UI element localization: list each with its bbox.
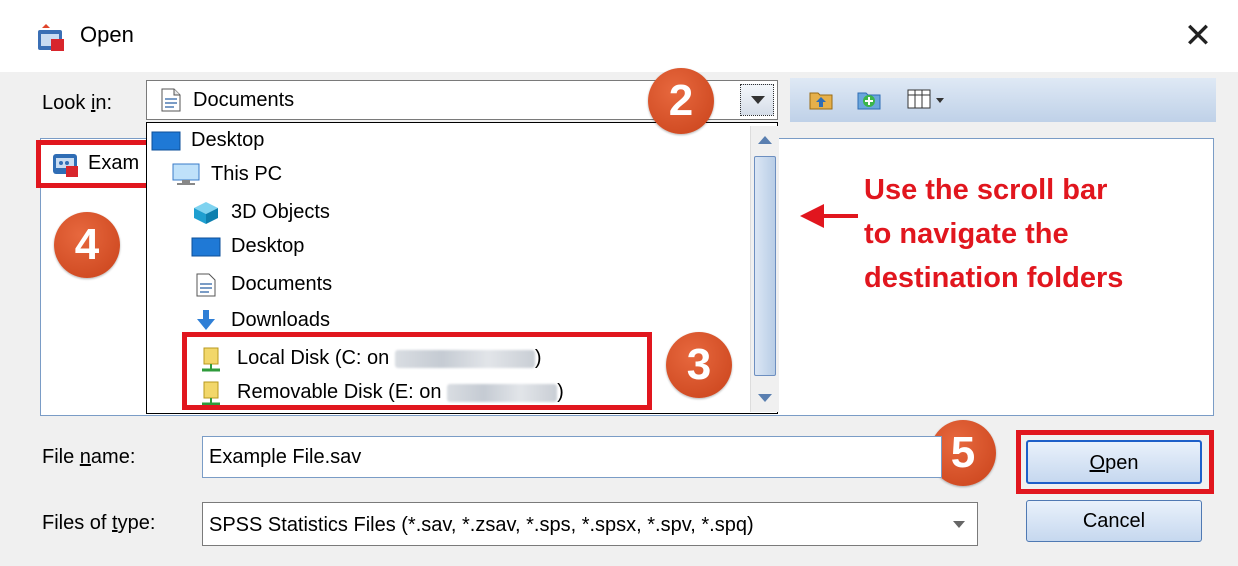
document-icon [161,88,181,117]
step-4-badge: 4 [54,212,120,278]
file-type-select[interactable]: SPSS Statistics Files (*.sav, *.zsav, *.… [202,502,978,546]
note-line-2: to navigate the [864,218,1069,250]
file-type-value: SPSS Statistics Files (*.sav, *.zsav, *.… [209,514,754,536]
scroll-up-arrow-icon[interactable] [751,126,779,154]
note-line-3: destination folders [864,262,1124,294]
highlight-drives [182,332,652,410]
file-type-label: Files of type: [42,512,156,534]
file-name-input[interactable]: Example File.sav [202,436,942,478]
up-one-level-icon[interactable] [808,86,834,112]
look-in-dropdown-button[interactable] [740,84,774,116]
toolbar [790,78,1216,122]
dropdown-item-3d-objects[interactable]: 3D Objects [191,195,751,229]
desktop-icon [151,129,181,151]
title-bar [0,0,1238,72]
annotation-arrow-line [822,214,858,218]
chevron-down-icon [751,96,765,104]
look-in-label: Look in: [42,92,113,114]
highlight-file-item [36,140,152,188]
note-line-1: Use the scroll bar [864,174,1108,206]
new-folder-icon[interactable] [856,86,882,112]
cancel-button[interactable]: Cancel [1026,500,1202,542]
download-icon [191,309,221,331]
dropdown-item-desktop-root[interactable]: Desktop [151,123,751,157]
window-title: Open [80,22,134,47]
dropdown-item-documents[interactable]: Documents [191,267,751,301]
scroll-down-arrow-icon[interactable] [751,384,779,412]
scrollbar-thumb[interactable] [754,156,776,376]
look-in-value: Documents [193,89,295,111]
chevron-down-icon [953,521,965,528]
desktop-icon [191,235,221,257]
annotation-arrow-icon [800,204,824,228]
dropdown-scrollbar[interactable] [750,126,779,412]
view-menu-icon[interactable] [906,86,954,112]
highlight-open-button [1016,430,1214,494]
dropdown-item-desktop[interactable]: Desktop [191,229,751,263]
cube-icon [191,201,221,224]
spss-app-icon [36,24,66,52]
step-2-badge: 2 [648,68,714,134]
dropdown-item-this-pc[interactable]: This PC [171,157,751,191]
annotation-note: Use the scroll bar to navigate the desti… [864,168,1234,300]
file-name-label: File name: [42,446,136,468]
close-icon[interactable]: ✕ [1178,16,1218,56]
document-icon [191,273,221,297]
computer-icon [171,163,201,185]
step-3-badge: 3 [666,332,732,398]
